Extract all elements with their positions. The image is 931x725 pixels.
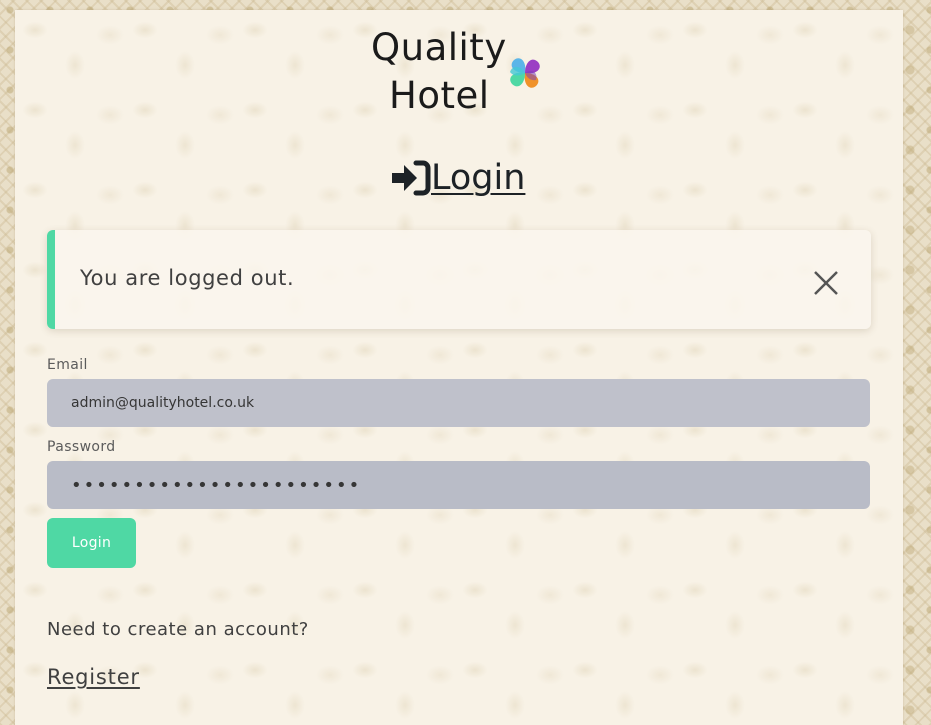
brand-name-line2: Hotel bbox=[389, 74, 490, 117]
register-link[interactable]: Register bbox=[47, 665, 140, 689]
brand-name-line1: Quality bbox=[371, 26, 507, 69]
close-icon[interactable] bbox=[811, 268, 841, 298]
email-label: Email bbox=[47, 357, 88, 373]
page-title-text: Login bbox=[431, 158, 526, 198]
alert-accent-bar bbox=[47, 230, 55, 329]
pinwheel-logo-icon bbox=[510, 58, 540, 88]
login-button[interactable]: Login bbox=[47, 518, 136, 568]
register-prompt: Need to create an account? bbox=[47, 619, 309, 640]
password-label: Password bbox=[47, 439, 116, 455]
alert-message: You are logged out. bbox=[80, 266, 295, 290]
login-panel: Quality Hotel Login You are logged out. bbox=[15, 10, 903, 725]
logout-alert: You are logged out. bbox=[47, 230, 871, 329]
email-field[interactable] bbox=[47, 379, 870, 427]
page-title: Login bbox=[390, 153, 525, 203]
password-field[interactable] bbox=[47, 461, 870, 509]
sign-in-icon bbox=[392, 160, 431, 196]
brand-logo: Quality Hotel bbox=[370, 26, 570, 126]
